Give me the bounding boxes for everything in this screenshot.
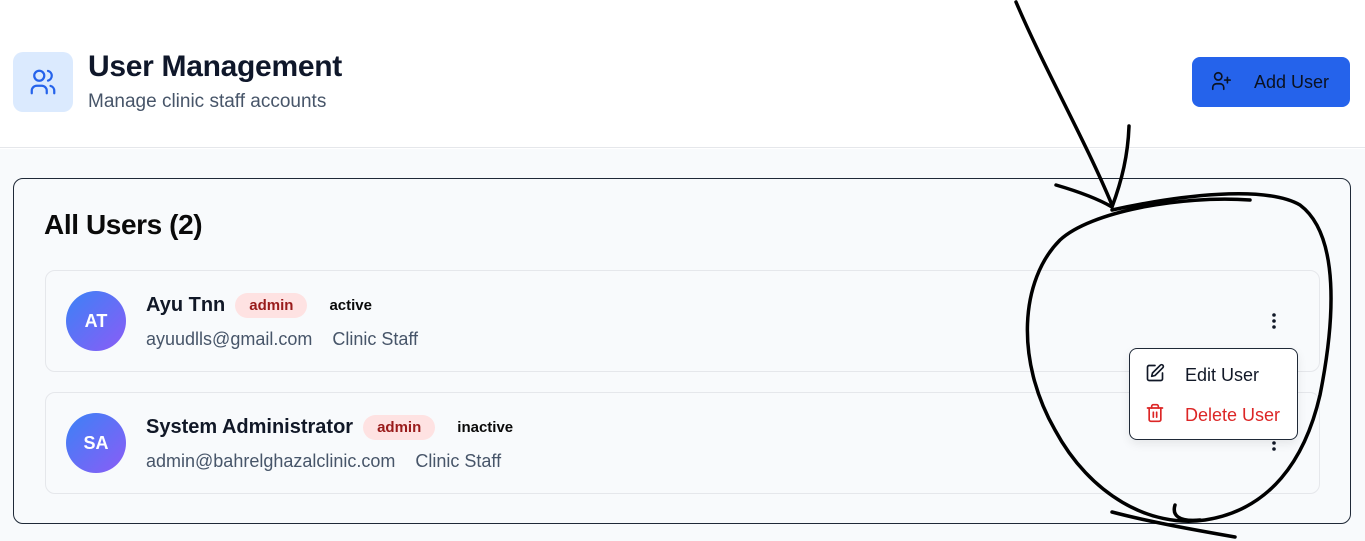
users-card-title: All Users (2) — [44, 209, 203, 240]
trash-icon — [1145, 403, 1165, 428]
more-options-icon[interactable] — [1262, 307, 1286, 335]
user-department: Clinic Staff — [415, 451, 502, 471]
edit-user-label: Edit User — [1185, 364, 1260, 385]
page-header: User Management Manage clinic staff acco… — [0, 0, 1365, 148]
edit-icon — [1145, 363, 1165, 388]
add-user-button[interactable]: Add User — [1192, 57, 1350, 107]
avatar: SA — [66, 413, 126, 473]
role-badge: admin — [363, 415, 436, 440]
add-user-button-label: Add User — [1254, 71, 1330, 92]
avatar: AT — [66, 291, 126, 351]
status-label: inactive — [457, 419, 514, 436]
user-email: ayuudlls@gmail.com — [146, 329, 313, 349]
user-name: Ayu Tnn — [146, 294, 226, 316]
page-subtitle: Manage clinic staff accounts — [88, 91, 327, 112]
edit-user-menu-item[interactable]: Edit User — [1130, 356, 1297, 394]
user-plus-icon — [1210, 70, 1232, 95]
status-label: active — [329, 297, 372, 314]
page-title: User Management — [88, 50, 342, 83]
delete-user-label: Delete User — [1185, 404, 1281, 425]
user-name: System Administrator — [146, 416, 354, 438]
user-email: admin@bahrelghazalclinic.com — [146, 451, 396, 471]
users-icon — [13, 52, 73, 112]
user-department: Clinic Staff — [332, 329, 419, 349]
delete-user-menu-item[interactable]: Delete User — [1130, 396, 1297, 434]
row-actions-menu: Edit User Delete User — [1129, 348, 1298, 440]
role-badge: admin — [235, 293, 308, 318]
